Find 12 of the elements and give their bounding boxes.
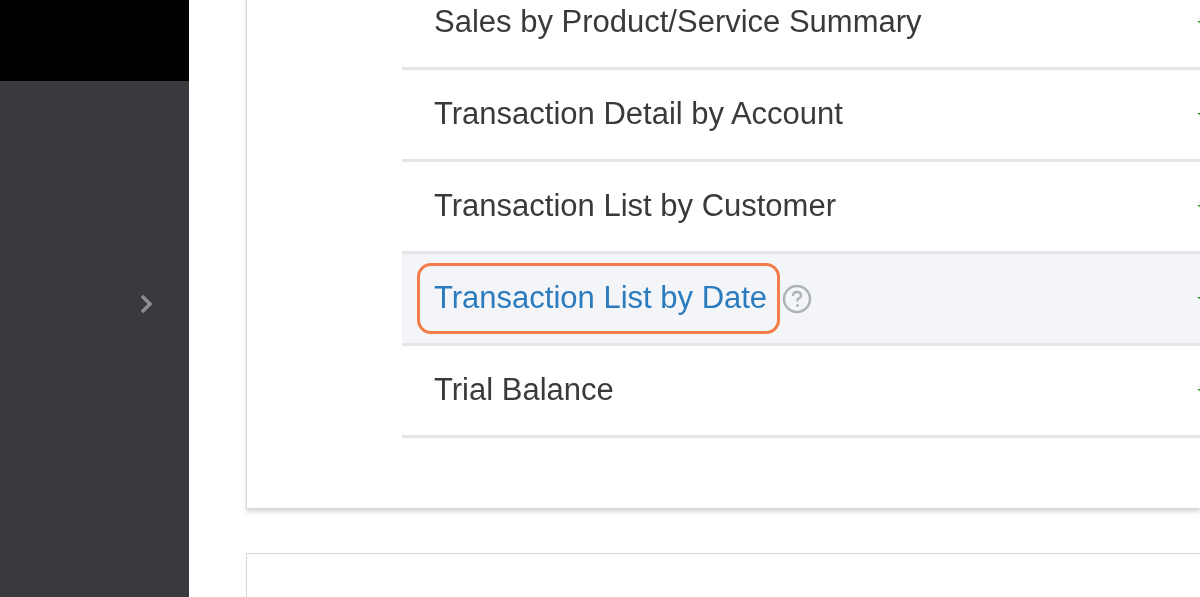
report-link[interactable]: Transaction List by Date — [434, 275, 768, 322]
help-icon[interactable] — [782, 283, 813, 314]
report-name[interactable]: Trial Balance — [434, 367, 614, 414]
report-row[interactable]: Trial Balance — [402, 346, 1200, 438]
report-row[interactable]: Transaction List by Date — [402, 254, 1200, 346]
report-name[interactable]: Sales by Product/Service Summary — [434, 0, 922, 46]
report-row[interactable]: Sales by Product/Service Summary — [402, 0, 1200, 70]
report-row[interactable]: Transaction Detail by Account — [402, 70, 1200, 162]
chevron-right-icon[interactable] — [140, 294, 152, 314]
report-row[interactable]: Transaction List by Customer — [402, 162, 1200, 254]
report-name[interactable]: Transaction Detail by Account — [434, 91, 843, 138]
report-name[interactable]: Transaction List by Customer — [434, 183, 836, 230]
